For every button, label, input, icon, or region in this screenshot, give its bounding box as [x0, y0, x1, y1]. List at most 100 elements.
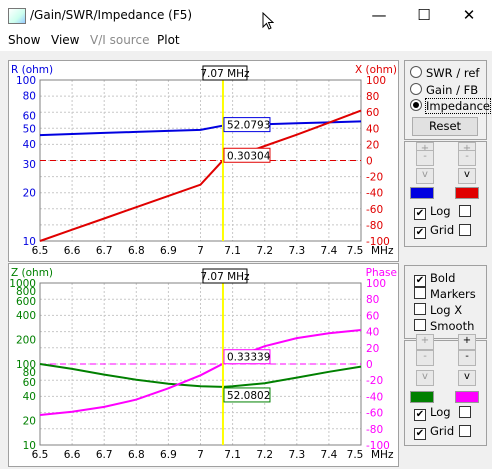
markers-checkbox[interactable]: Markers	[414, 287, 476, 301]
right-axis-tick-label: 40	[366, 327, 379, 339]
top-right-minus-button[interactable]: -	[458, 150, 476, 166]
radio-indicator	[410, 99, 422, 111]
z-color-swatch[interactable]	[410, 391, 434, 403]
x-axis-tick-label: 7.1	[224, 245, 241, 257]
reset-button[interactable]: Reset	[412, 117, 478, 136]
mode-gain-radio[interactable]: Gain / FB	[410, 83, 478, 97]
right-axis-tick-label: 100	[366, 75, 386, 87]
left-axis-tick-label: 20	[23, 416, 36, 428]
checkbox-box: ✔	[414, 227, 426, 239]
mouse-cursor-icon	[262, 12, 274, 30]
top-grid-checkbox[interactable]: ✔ Grid	[414, 223, 454, 239]
menu-view[interactable]: View	[51, 33, 79, 47]
x-axis-tick-label: 7.4	[321, 449, 338, 461]
mode-impedance-radio[interactable]: Impedance	[410, 98, 492, 114]
left-axis-tick-label: 60	[23, 377, 36, 389]
right-axis-tick-label: 60	[366, 107, 379, 119]
checkbox-box	[414, 287, 426, 299]
x-color-swatch[interactable]	[455, 187, 479, 199]
checkbox-box: ✔	[414, 275, 426, 287]
radio-indicator	[410, 66, 422, 78]
top-left-down-button[interactable]: v	[416, 168, 434, 184]
left-axis-tick-label: 200	[16, 335, 36, 347]
right-axis-tick-label: 80	[366, 91, 379, 103]
top-grid-right-checkbox[interactable]	[459, 224, 471, 236]
right-axis-tick-label: -20	[366, 172, 383, 184]
r-color-swatch[interactable]	[410, 187, 434, 199]
x-axis-unit-label: MHz	[371, 245, 394, 257]
top-left-minus-button[interactable]: -	[416, 150, 434, 166]
bottom-grid-right-checkbox[interactable]	[459, 425, 471, 437]
phase-readout-value: 0.33339	[227, 352, 270, 364]
bottom-log-right-checkbox[interactable]	[459, 406, 471, 418]
x-axis-tick-label: 6.8	[128, 449, 145, 461]
right-axis-tick-label: 60	[366, 310, 379, 322]
menu-show[interactable]: Show	[8, 33, 40, 47]
left-axis-tick-label: 400	[16, 310, 36, 322]
menu-plot[interactable]: Plot	[157, 33, 180, 47]
bottom-right-plus-button[interactable]: +	[458, 334, 476, 350]
left-axis-tick-label: 50	[23, 123, 36, 135]
mode-swr-label: SWR / ref	[426, 66, 480, 80]
bottom-right-minus-button[interactable]: -	[458, 350, 476, 366]
top-log-label: Log	[430, 204, 451, 218]
top-log-right-checkbox[interactable]	[459, 205, 471, 217]
checkbox-box: ✔	[414, 208, 426, 220]
r-readout-value: 52.0793	[227, 120, 270, 132]
impedance-z-phase-chart[interactable]: 1000800600400200100806040201010080604020…	[9, 264, 398, 466]
right-axis-tick-label: 80	[366, 294, 379, 306]
checkbox-box	[414, 303, 426, 315]
right-axis-title: X (ohm)	[355, 64, 397, 76]
right-axis-tick-label: -60	[366, 408, 383, 420]
x-axis-tick-label: 7.3	[288, 245, 305, 257]
x-axis-tick-label: 6.9	[160, 245, 177, 257]
left-axis-title: Z (ohm)	[11, 267, 53, 279]
top-log-checkbox[interactable]: ✔ Log	[414, 204, 451, 220]
impedance-rx-chart[interactable]: 10080605040302010100806040200-20-40-60-8…	[9, 61, 398, 261]
x-axis-tick-label: 7.5	[347, 449, 364, 461]
right-axis-tick-label: 0	[366, 359, 373, 371]
x-axis-tick-label: 7.2	[256, 245, 273, 257]
x-axis-tick-label: 7	[197, 245, 204, 257]
x-axis-unit-label: MHz	[371, 449, 394, 461]
smooth-checkbox[interactable]: Smooth	[414, 319, 474, 333]
right-axis-tick-label: -40	[366, 188, 383, 200]
bottom-log-checkbox[interactable]: ✔ Log	[414, 405, 451, 421]
close-button[interactable]: ✕	[446, 0, 492, 31]
phase-color-swatch[interactable]	[455, 391, 479, 403]
right-axis-tick-label: 100	[366, 278, 386, 290]
mode-gain-label: Gain / FB	[426, 83, 479, 97]
menu-vi-source[interactable]: V/I source	[90, 33, 149, 47]
mode-swr-radio[interactable]: SWR / ref	[410, 66, 479, 80]
bottom-grid-checkbox[interactable]: ✔ Grid	[414, 424, 454, 440]
z-readout-value: 52.0802	[227, 390, 270, 402]
bold-checkbox[interactable]: ✔ Bold	[414, 271, 455, 287]
left-axis-tick-label: 60	[23, 111, 36, 123]
maximize-button[interactable]: ☐	[401, 0, 447, 31]
right-axis-tick-label: -80	[366, 424, 383, 436]
top-right-down-button[interactable]: v	[458, 168, 476, 184]
app-icon	[8, 8, 26, 24]
right-axis-tick-label: -60	[366, 204, 383, 216]
bottom-left-minus-button[interactable]: -	[416, 350, 434, 366]
x-axis-tick-label: 7.2	[256, 449, 273, 461]
bottom-left-down-button[interactable]: v	[416, 370, 434, 386]
top-plot-panel: 100 80 60 50 40 30 20 10 100 80 60 40 20 0 -20 -40 -60 -8…	[8, 60, 399, 262]
mode-impedance-label: Impedance	[424, 98, 492, 114]
logx-checkbox[interactable]: Log X	[414, 303, 462, 317]
x-axis-tick-label: 6.7	[96, 245, 113, 257]
x-axis-tick-label: 6.6	[64, 449, 81, 461]
x-axis-tick-label: 7.4	[321, 245, 338, 257]
bottom-left-plus-button[interactable]: +	[416, 334, 434, 350]
x-axis-tick-label: 6.5	[32, 449, 49, 461]
x-axis-tick-label: 6.5	[32, 245, 49, 257]
right-axis-tick-label: 20	[366, 139, 379, 151]
minimize-button[interactable]: —	[356, 0, 402, 31]
x-readout-value: 0.30304	[227, 150, 271, 162]
markers-label: Markers	[430, 287, 476, 301]
bold-label: Bold	[430, 271, 456, 285]
checkbox-box	[414, 319, 426, 331]
x-axis-tick-label: 6.8	[128, 245, 145, 257]
cursor-frequency-label: 7.07 MHz	[200, 271, 250, 283]
bottom-right-down-button[interactable]: v	[458, 370, 476, 386]
